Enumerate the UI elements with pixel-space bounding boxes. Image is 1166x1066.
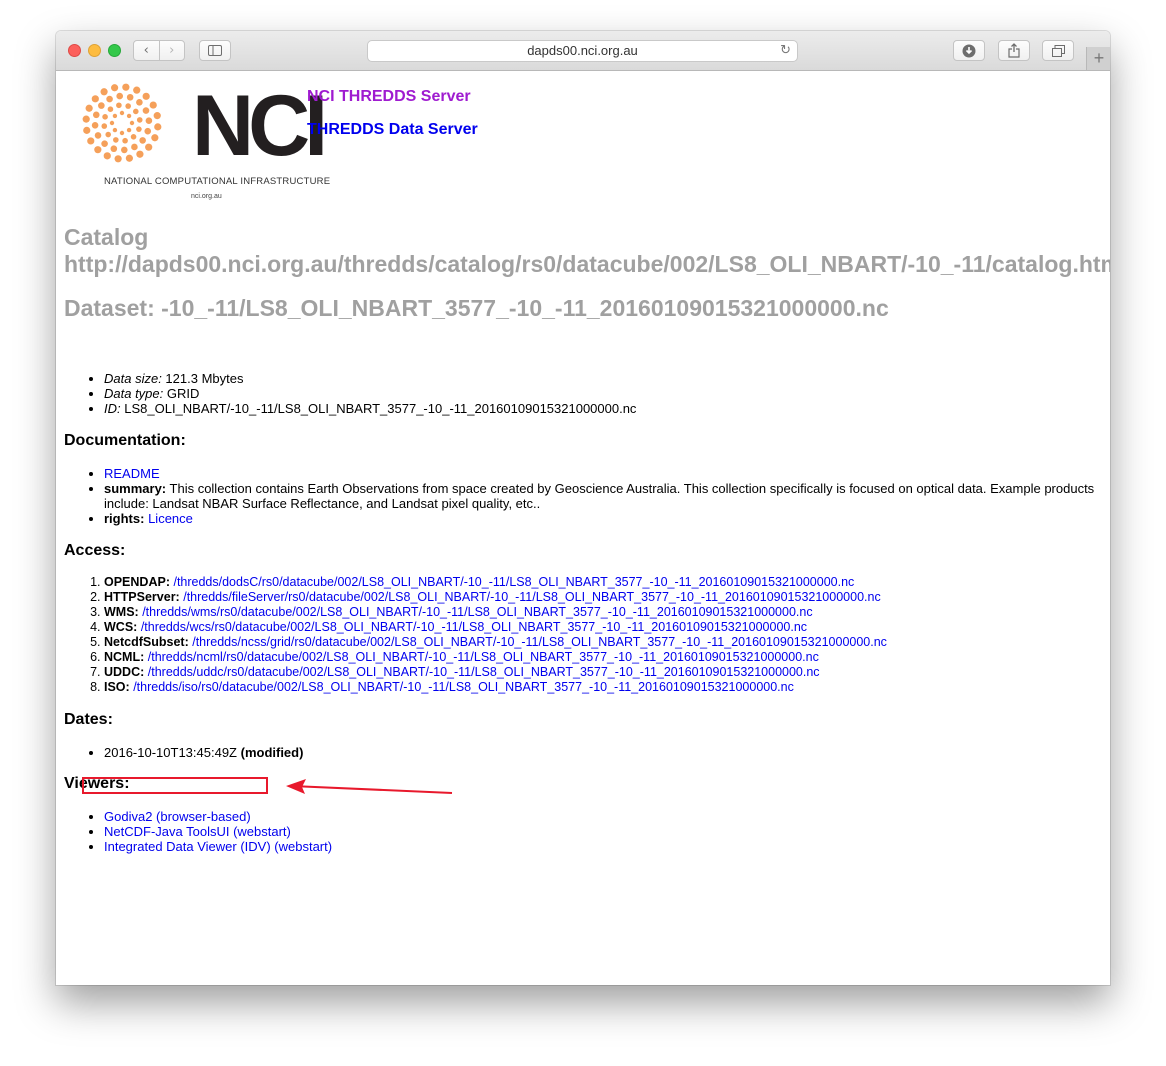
documentation-heading: Documentation:	[64, 432, 186, 449]
netcdfsubset-link[interactable]: /thredds/ncss/grid/rs0/datacube/002/LS8_…	[192, 635, 887, 649]
close-window-button[interactable]	[68, 44, 81, 57]
idv-link[interactable]: Integrated Data Viewer (IDV) (webstart)	[104, 839, 332, 854]
toolsui-link[interactable]: NetCDF-Java ToolsUI (webstart)	[104, 824, 291, 839]
download-icon	[962, 44, 976, 57]
access-item-iso: ISO: /thredds/iso/rs0/datacube/002/LS8_O…	[104, 680, 1104, 695]
catalog-label: Catalog	[64, 224, 149, 250]
logo-url: nci.org.au	[191, 193, 222, 200]
sidebar-toggle-button[interactable]	[199, 40, 231, 61]
summary-text: This collection contains Earth Observati…	[104, 481, 1095, 511]
browser-toolbar: ‹ › dapds00.nci.org.au ↻ +	[56, 31, 1110, 71]
forward-icon[interactable]: ›	[160, 43, 185, 58]
iso-link[interactable]: /thredds/iso/rs0/datacube/002/LS8_OLI_NB…	[133, 680, 794, 694]
httpserver-link[interactable]: /thredds/fileServer/rs0/datacube/002/LS8…	[183, 590, 880, 604]
arrow-icon	[286, 779, 453, 794]
list-item: README	[104, 466, 1104, 481]
licence-link[interactable]: Licence	[148, 511, 193, 526]
zoom-window-button[interactable]	[108, 44, 121, 57]
share-button[interactable]	[998, 40, 1030, 61]
logo-dots-icon	[82, 83, 162, 163]
access-item-wms: WMS: /thredds/wms/rs0/datacube/002/LS8_O…	[104, 605, 1104, 620]
browser-window: ‹ › dapds00.nci.org.au ↻ + NCI NATIONAL …	[56, 31, 1110, 985]
dates-list: 2016-10-10T13:45:49Z (modified)	[64, 745, 1104, 760]
dataset-properties: Data size: 121.3 Mbytes Data type: GRID …	[64, 371, 1104, 416]
access-item-wcs: WCS: /thredds/wcs/rs0/datacube/002/LS8_O…	[104, 620, 1104, 635]
list-item: Integrated Data Viewer (IDV) (webstart)	[104, 839, 1104, 854]
date-value: 2016-10-10T13:45:49Z	[104, 745, 241, 760]
godiva2-link[interactable]: Godiva2 (browser-based)	[104, 809, 251, 824]
reload-icon[interactable]: ↻	[780, 41, 791, 61]
address-text: dapds00.nci.org.au	[527, 43, 638, 58]
access-item-ncml: NCML: /thredds/ncml/rs0/datacube/002/LS8…	[104, 650, 1104, 665]
access-item-uddc: UDDC: /thredds/uddc/rs0/datacube/002/LS8…	[104, 665, 1104, 680]
list-item: Godiva2 (browser-based)	[104, 809, 1104, 824]
access-item-netcdfsubset: NetcdfSubset: /thredds/ncss/grid/rs0/dat…	[104, 635, 1104, 650]
address-bar[interactable]: dapds00.nci.org.au ↻	[367, 40, 798, 62]
minimize-window-button[interactable]	[88, 44, 101, 57]
history-nav: ‹ ›	[133, 40, 185, 61]
back-icon[interactable]: ‹	[134, 43, 159, 58]
list-item: NetCDF-Java ToolsUI (webstart)	[104, 824, 1104, 839]
documentation-list: README summary: This collection contains…	[64, 466, 1104, 526]
readme-link[interactable]: README	[104, 466, 160, 481]
catalog-heading: Catalog http://dapds00.nci.org.au/thredd…	[64, 224, 1110, 278]
show-tabs-button[interactable]	[1042, 40, 1074, 61]
tabs-icon	[1051, 44, 1065, 57]
logo-wordmark: NCI	[192, 78, 328, 174]
list-item: Data size: 121.3 Mbytes	[104, 371, 1104, 386]
uddc-link[interactable]: /thredds/uddc/rs0/datacube/002/LS8_OLI_N…	[148, 665, 820, 679]
opendap-link[interactable]: /thredds/dodsC/rs0/datacube/002/LS8_OLI_…	[173, 575, 854, 589]
share-icon	[1008, 43, 1020, 58]
date-type: (modified)	[240, 745, 304, 760]
wcs-link[interactable]: /thredds/wcs/rs0/datacube/002/LS8_OLI_NB…	[141, 620, 807, 634]
access-item-httpserver: HTTPServer: /thredds/fileServer/rs0/data…	[104, 590, 1104, 605]
thredds-home-link[interactable]: THREDDS Data Server	[307, 121, 478, 139]
access-list: OPENDAP: /thredds/dodsC/rs0/datacube/002…	[64, 575, 1104, 695]
list-item: rights: Licence	[104, 511, 1104, 526]
downloads-button[interactable]	[953, 40, 985, 61]
new-tab-button[interactable]: +	[1086, 47, 1110, 70]
dates-heading: Dates:	[64, 711, 113, 728]
list-item: Data type: GRID	[104, 386, 1104, 401]
highlight-box	[82, 777, 268, 794]
access-item-opendap: OPENDAP: /thredds/dodsC/rs0/datacube/002…	[104, 575, 1104, 590]
viewers-list: Godiva2 (browser-based) NetCDF-Java Tool…	[64, 809, 1104, 854]
sidebar-icon	[208, 45, 222, 56]
logo-tagline: NATIONAL COMPUTATIONAL INFRASTRUCTURE	[104, 176, 331, 187]
list-item: ID: LS8_OLI_NBART/-10_-11/LS8_OLI_NBART_…	[104, 401, 1104, 416]
dataset-title: Dataset: -10_-11/LS8_OLI_NBART_3577_-10_…	[64, 295, 889, 321]
wms-link[interactable]: /thredds/wms/rs0/datacube/002/LS8_OLI_NB…	[142, 605, 812, 619]
list-item: summary: This collection contains Earth …	[104, 481, 1104, 511]
catalog-url: http://dapds00.nci.org.au/thredds/catalo…	[64, 251, 1110, 277]
site-title: NCI THREDDS Server	[307, 88, 471, 105]
page-content: NCI NATIONAL COMPUTATIONAL INFRASTRUCTUR…	[56, 71, 1110, 985]
nci-logo: NCI NATIONAL COMPUTATIONAL INFRASTRUCTUR…	[78, 78, 330, 201]
access-heading: Access:	[64, 542, 126, 559]
ncml-link[interactable]: /thredds/ncml/rs0/datacube/002/LS8_OLI_N…	[148, 650, 819, 664]
list-item: 2016-10-10T13:45:49Z (modified)	[104, 745, 1104, 760]
